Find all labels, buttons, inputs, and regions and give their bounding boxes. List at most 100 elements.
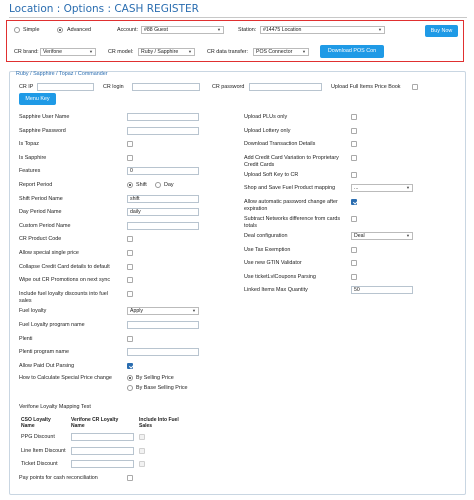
cr-transfer-label: CR data transfer:: [207, 49, 249, 55]
left-13-label: Include fuel loyalty discounts into fuel…: [19, 290, 108, 304]
right-1-label: Upload Lottery only: [244, 127, 291, 134]
left-19-radio-1[interactable]: [127, 374, 133, 381]
left-19-radio-2[interactable]: [127, 384, 133, 391]
left-13-checkbox[interactable]: [127, 290, 133, 297]
loyalty-col-verifone: Verifone CR Loyalty Name: [71, 417, 119, 429]
left-8-input[interactable]: [127, 221, 199, 230]
cr-model-value: Ruby / Sapphire: [141, 49, 179, 55]
right-3-checkbox[interactable]: [351, 154, 357, 161]
account-select[interactable]: #88 Guest ▼: [141, 26, 224, 34]
left-16-checkbox[interactable]: [127, 335, 133, 342]
loyalty-row-2-input[interactable]: [71, 460, 134, 468]
pay-points-checkbox[interactable]: [127, 475, 133, 481]
right-5-select[interactable]: ... ▼: [351, 184, 413, 193]
cr-transfer-select[interactable]: POS Connector ▼: [253, 48, 309, 56]
right-5-label: Shop and Save Fuel Product mapping: [244, 185, 336, 192]
panel-title: Ruby / Sapphire / Topaz / Commander: [16, 71, 108, 77]
left-9-checkbox[interactable]: [127, 236, 133, 243]
right-7-checkbox[interactable]: [351, 216, 357, 222]
left-5-radio-1-label: Shift: [136, 182, 147, 188]
left-14-select[interactable]: Apply ▼: [127, 307, 199, 316]
left-1-label: Sapphire Password: [19, 127, 66, 134]
right-10-checkbox[interactable]: [351, 260, 357, 267]
cr-password-label: CR password: [212, 84, 245, 90]
station-select[interactable]: #14475 Location ▼: [260, 26, 385, 34]
mode-advanced-radio[interactable]: [57, 27, 63, 33]
left-2-checkbox[interactable]: [127, 141, 133, 148]
left-0-input[interactable]: [127, 113, 199, 121]
cr-password-input[interactable]: [249, 83, 322, 91]
chevron-down-icon: ▼: [217, 27, 221, 32]
upload-full-checkbox[interactable]: [412, 84, 418, 90]
cr-brand-select[interactable]: Verifone ▼: [40, 48, 96, 56]
menu-key-button[interactable]: Menu Key: [19, 93, 56, 105]
buy-now-button[interactable]: Buy Now: [425, 25, 458, 37]
left-14-label: Fuel loyalty: [19, 308, 47, 315]
left-12-label: Wipe out CR Promotions on next sync: [19, 277, 111, 284]
chevron-down-icon: ▼: [192, 308, 196, 314]
right-9-checkbox[interactable]: [351, 246, 357, 253]
left-6-label: Shift Period Name: [19, 195, 63, 202]
right-12-input[interactable]: 50: [351, 286, 413, 295]
right-5-select-value: ...: [354, 185, 359, 192]
chevron-down-icon: ▼: [188, 49, 192, 54]
left-17-input[interactable]: [127, 348, 199, 357]
upload-full-label: Upload Full Items Price Book: [331, 84, 401, 90]
left-11-checkbox[interactable]: [127, 263, 133, 270]
left-7-input[interactable]: daily: [127, 208, 199, 217]
right-11-label: Use ticketLvlCoupons Parsing: [244, 273, 316, 280]
cr-login-input[interactable]: [132, 83, 200, 91]
left-9-label: CR Product Code: [19, 236, 62, 243]
loyalty-row-1-checkbox[interactable]: [139, 447, 145, 454]
chevron-down-icon: ▼: [406, 233, 410, 238]
account-label: Account:: [117, 27, 138, 33]
left-10-checkbox[interactable]: [127, 250, 133, 256]
cr-login-label: CR login: [103, 84, 124, 90]
right-6-checkbox[interactable]: [351, 199, 357, 205]
left-17-label: Plenti program name: [19, 349, 70, 356]
loyalty-row-2-name: Ticket Discount: [21, 461, 58, 467]
loyalty-row-0-input[interactable]: [71, 433, 134, 441]
loyalty-row-1-input[interactable]: [71, 446, 134, 455]
cr-ip-label: CR IP: [19, 84, 34, 90]
left-5-radio-2-label: Day: [164, 182, 174, 188]
left-18-checkbox[interactable]: [127, 362, 133, 369]
left-5-radio-2[interactable]: [155, 182, 161, 188]
loyalty-row-0-checkbox[interactable]: [139, 434, 145, 440]
mode-simple-radio[interactable]: [14, 27, 20, 33]
right-0-label: Upload PLUs only: [244, 114, 288, 120]
left-4-input[interactable]: 0: [127, 167, 199, 176]
right-8-select[interactable]: Deal ▼: [351, 232, 413, 240]
cr-model-select[interactable]: Ruby / Sapphire ▼: [138, 48, 195, 56]
right-12-label: Linked Items Max Quantity: [244, 287, 308, 294]
loyalty-row-2-checkbox[interactable]: [139, 461, 145, 467]
mode-simple-label: Simple: [23, 27, 40, 33]
left-10-label: Allow special single price: [19, 250, 79, 256]
right-10-label: Use new GTIN Validator: [244, 260, 302, 267]
right-2-checkbox[interactable]: [351, 141, 357, 148]
chevron-down-icon: ▼: [89, 49, 93, 54]
left-18-label: Allow Paid Out Parsing: [19, 362, 75, 369]
download-pos-button[interactable]: Download POS Con: [320, 45, 384, 58]
loyalty-row-0-name: PPG Discount: [21, 434, 55, 440]
left-1-input[interactable]: [127, 126, 199, 135]
left-5-label: Report Period: [19, 182, 53, 188]
right-6-label: Allow automatic password change after ex…: [244, 199, 338, 212]
cr-ip-input[interactable]: [37, 83, 94, 91]
right-7-label: Subtract Networks difference from cards …: [244, 216, 341, 229]
left-8-label: Custom Period Name: [19, 222, 71, 229]
right-9-label: Use Tax Exemption: [244, 246, 291, 253]
right-4-checkbox[interactable]: [351, 171, 357, 178]
right-1-checkbox[interactable]: [351, 127, 357, 134]
left-3-checkbox[interactable]: [127, 154, 133, 161]
left-3-label: Is Sapphire: [19, 154, 47, 161]
left-15-input[interactable]: [127, 320, 199, 329]
right-11-checkbox[interactable]: [351, 273, 357, 280]
station-value: #14475 Location: [263, 27, 302, 33]
left-6-input[interactable]: shift: [127, 194, 199, 203]
left-12-checkbox[interactable]: [127, 277, 133, 284]
chevron-down-icon: ▼: [378, 27, 382, 32]
left-5-radio-1[interactable]: [127, 182, 133, 188]
right-0-checkbox[interactable]: [351, 114, 357, 120]
chevron-down-icon: ▼: [406, 185, 410, 191]
